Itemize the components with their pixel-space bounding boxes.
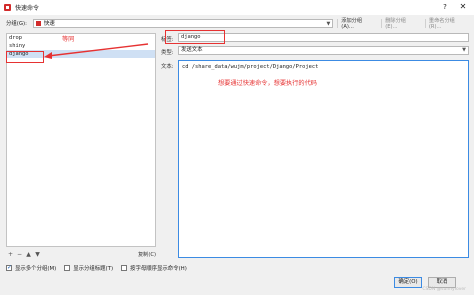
watermark: CSDN @sunnylover xyxy=(422,287,466,292)
checkbox-icon xyxy=(6,264,12,271)
annotation-box-list xyxy=(6,51,44,63)
group-selected-value: 快速 xyxy=(43,21,55,27)
close-button[interactable]: ✕ xyxy=(458,2,468,12)
ok-button[interactable]: 确定(O) xyxy=(394,277,422,288)
move-up-icon[interactable]: ▲ xyxy=(24,251,33,258)
help-button[interactable]: ? xyxy=(440,2,450,12)
annotation-box-title xyxy=(165,30,225,44)
show-group-title-checkbox[interactable]: 显示分组标题(T) xyxy=(64,264,113,272)
checkbox-icon xyxy=(121,265,128,271)
checkbox-label: 按字母顺序显示命令(H) xyxy=(130,266,187,272)
list-item[interactable]: shiny xyxy=(7,42,155,50)
list-item[interactable]: drop xyxy=(7,34,155,42)
alphabetical-order-checkbox[interactable]: 按字母顺序显示命令(H) xyxy=(121,264,187,272)
title-bar: 快速命令 ? ✕ xyxy=(0,0,474,15)
command-list[interactable]: drop shiny django xyxy=(6,33,156,247)
options-row: 显示多个分组(M) 显示分组标题(T) 按字母顺序显示命令(H) xyxy=(6,264,195,272)
window-title: 快速命令 xyxy=(15,5,40,12)
remove-icon[interactable]: − xyxy=(15,251,24,258)
show-multiple-groups-checkbox[interactable]: 显示多个分组(M) xyxy=(6,264,56,272)
annotation-same: 等同 xyxy=(62,36,75,43)
group-row: 分组(G): 快速 ▼ 添加分组(A)... 删除分组(E)... 重命名分组(… xyxy=(6,18,470,30)
group-select[interactable]: 快速 ▼ xyxy=(32,18,334,28)
checkbox-icon xyxy=(64,265,71,271)
chevron-down-icon: ▼ xyxy=(326,20,331,27)
move-down-icon[interactable]: ▼ xyxy=(33,251,42,258)
list-toolbar: + − ▲ ▼ 复制(C) xyxy=(6,250,156,259)
annotation-note: 想要通过快速命令，想要执行的代码 xyxy=(218,80,317,87)
group-icon xyxy=(35,20,41,26)
group-label: 分组(G): xyxy=(6,21,27,27)
type-select[interactable]: 发送文本 ▼ xyxy=(178,46,469,55)
type-selected-value: 发送文本 xyxy=(181,47,203,53)
checkbox-label: 显示多个分组(M) xyxy=(15,266,57,272)
rename-group-button[interactable]: 重命名分组(R)... xyxy=(424,18,470,30)
command-text-area[interactable]: cd /share_data/wujm/project/Django/Proje… xyxy=(178,60,469,258)
add-icon[interactable]: + xyxy=(6,251,15,258)
app-icon xyxy=(4,4,11,11)
checkbox-label: 显示分组标题(T) xyxy=(73,266,114,272)
copy-button[interactable]: 复制(C) xyxy=(138,251,156,258)
delete-group-button[interactable]: 删除分组(E)... xyxy=(381,18,421,30)
add-group-button[interactable]: 添加分组(A)... xyxy=(337,18,377,30)
text-label: 文本: xyxy=(161,64,174,70)
chevron-down-icon: ▼ xyxy=(462,47,466,53)
type-label: 类型: xyxy=(161,50,174,56)
